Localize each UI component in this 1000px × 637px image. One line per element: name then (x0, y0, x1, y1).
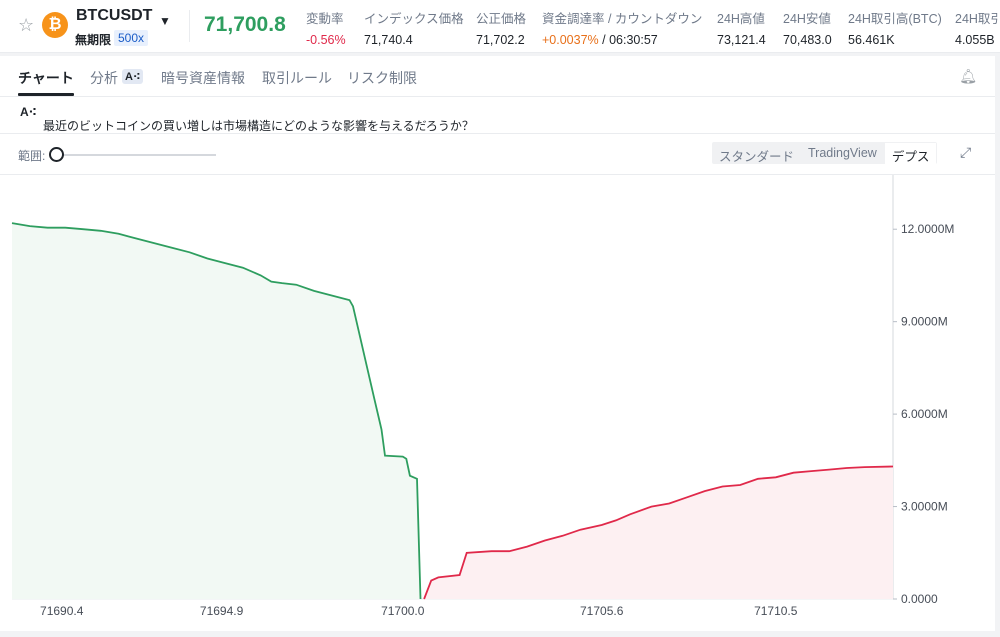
stat-value: 4.055B (955, 33, 995, 47)
x-tick-label: 71694.9 (200, 604, 244, 618)
stat-value: 56.461K (848, 33, 895, 47)
asks-area (424, 466, 893, 599)
range-label: 範囲: (18, 149, 46, 163)
ai-sparkle-icon: A⁖ (20, 105, 37, 119)
stat-change: 変動率 -0.56% (306, 8, 346, 47)
range-slider-track[interactable] (56, 154, 216, 156)
active-tab-indicator (18, 93, 74, 96)
stat-24h-high: 24H高値 73,121.4 (717, 8, 766, 47)
stat-label: 24H取引高(BTC) (848, 12, 942, 26)
last-price: 71,700.8 (204, 13, 286, 36)
y-tick-label: 0.0000 (901, 592, 938, 606)
stat-24h-volume-btc: 24H取引高(BTC) 56.461K (848, 8, 942, 47)
y-tick-label: 3.0000M (901, 500, 948, 514)
ai-badge-icon: A⁖ (122, 69, 144, 84)
stat-value: 71,740.4 (364, 33, 413, 47)
ai-question-banner[interactable]: A⁖ 最近のビットコインの買い増しは市場構造にどのような影響を与えるだろうか？ (0, 97, 995, 134)
favorite-star-icon[interactable]: ☆ (18, 15, 34, 36)
chart-panel: チャート 分析 A⁖ 暗号資産情報 取引ルール リスク制限 🔔︎ A⁖ 最近のビ… (0, 56, 995, 631)
symbol-name[interactable]: BTCUSDT (76, 7, 152, 25)
stat-value: 73,121.4 (717, 33, 766, 47)
stat-value: 71,702.2 (476, 33, 525, 47)
stat-label: 公正価格 (476, 12, 527, 26)
depth-chart-svg[interactable]: 0.0000 3.0000M 6.0000M 9.0000M 12.0000M 71690… (0, 175, 995, 632)
depth-chart[interactable]: 0.0000 3.0000M 6.0000M 9.0000M 12.0000M 71690… (0, 174, 995, 632)
view-depth-button[interactable]: デプス (884, 143, 937, 164)
view-mode-switch: スタンダード TradingView デプス (712, 142, 938, 164)
leverage-badge: 500x (114, 30, 149, 46)
stat-label: 24H取引 (955, 12, 1000, 26)
contract-type: 無期限 (75, 33, 112, 47)
bids-area (12, 223, 421, 599)
stat-24h-low: 24H安値 70,483.0 (783, 8, 832, 47)
x-tick-label: 71690.4 (40, 604, 84, 618)
bell-icon[interactable]: 🔔︎ (959, 68, 977, 85)
stat-index-price: インデックス価格 71,740.4 (364, 8, 464, 47)
range-slider-handle[interactable] (49, 147, 64, 162)
view-standard-button[interactable]: スタンダード (712, 142, 801, 164)
stat-label: 変動率 (306, 12, 344, 26)
y-tick-label: 12.0000M (901, 222, 954, 236)
stat-value: -0.56% (306, 33, 346, 47)
stat-24h-turnover: 24H取引 4.055B (955, 8, 1000, 47)
tab-chart[interactable]: チャート (18, 68, 74, 88)
x-tick-label: 71705.6 (580, 604, 624, 618)
tab-analysis[interactable]: 分析 (90, 68, 118, 88)
ticker-header: ☆ ₿ BTCUSDT ▼ 無期限 500x 71,700.8 変動率 -0.5… (0, 0, 1000, 53)
ai-question-text[interactable]: 最近のビットコインの買い増しは市場構造にどのような影響を与えるだろうか？ (43, 117, 474, 134)
tab-trading-rules[interactable]: 取引ルール (262, 68, 332, 88)
stat-label: 24H高値 (717, 12, 765, 26)
x-tick-label: 71700.0 (381, 604, 425, 618)
funding-rate-value: +0.0037% (542, 33, 599, 47)
x-tick-label: 71710.5 (754, 604, 798, 618)
symbol-dropdown-chevron-icon[interactable]: ▼ (159, 14, 171, 28)
funding-countdown: / 06:30:57 (598, 33, 658, 47)
view-tradingview-button[interactable]: TradingView (801, 142, 884, 164)
stat-funding-rate: 資金調達率 / カウントダウン +0.0037% / 06:30:57 (542, 8, 702, 47)
stat-value: 70,483.0 (783, 33, 832, 47)
stat-label: 資金調達率 / カウントダウン (542, 12, 703, 26)
fullscreen-expand-icon[interactable]: ⤢ (960, 144, 971, 161)
tab-crypto-info[interactable]: 暗号資産情報 (161, 68, 245, 88)
y-tick-label: 6.0000M (901, 407, 948, 421)
stat-label: インデックス価格 (364, 12, 464, 26)
y-tick-label: 9.0000M (901, 315, 948, 329)
tab-risk-limits[interactable]: リスク制限 (347, 68, 417, 88)
chart-tabs: チャート 分析 A⁖ 暗号資産情報 取引ルール リスク制限 🔔︎ (0, 56, 995, 97)
stat-label: 24H安値 (783, 12, 831, 26)
stat-fair-price: 公正価格 71,702.2 (476, 8, 526, 47)
divider (189, 10, 190, 42)
bitcoin-icon: ₿ (42, 12, 68, 38)
